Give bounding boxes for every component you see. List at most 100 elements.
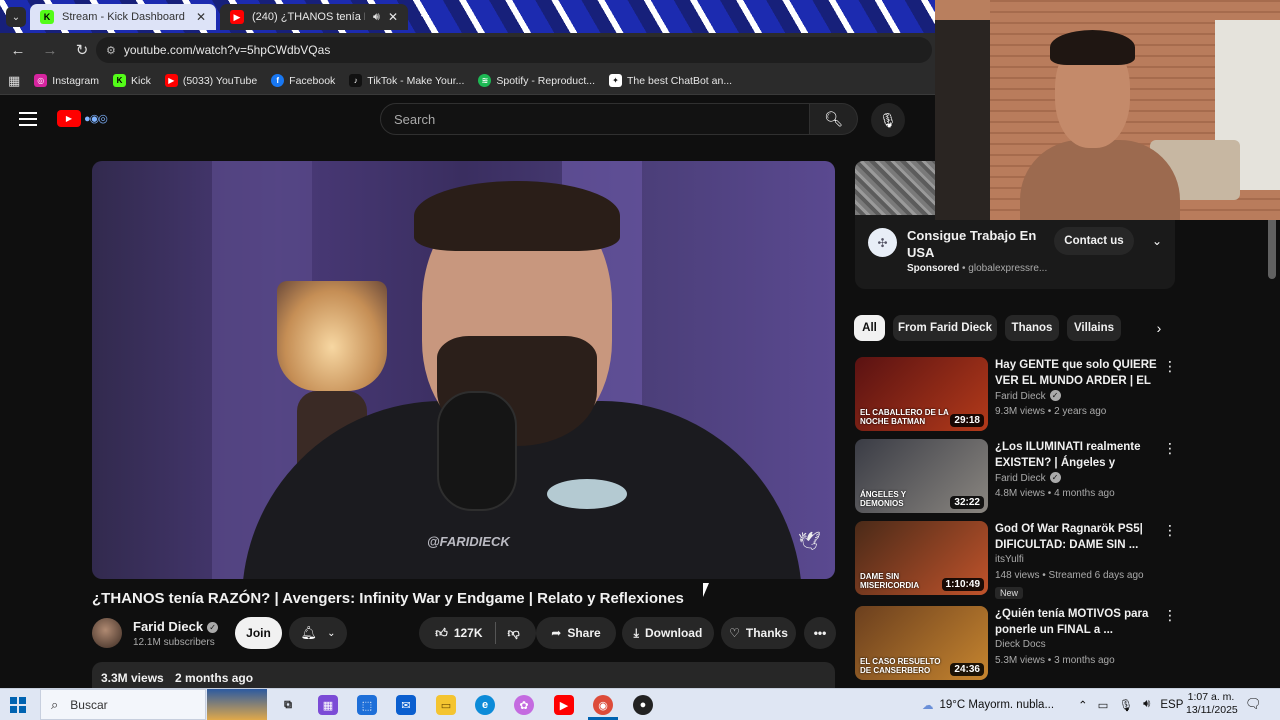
channel-avatar[interactable] [92, 618, 122, 648]
recommendation-item[interactable]: EL CASO RESUELTO DE CANSERBERO 24:36 ¿Quié… [855, 606, 1190, 681]
notifications-icon[interactable]: 🗨︎ [1245, 696, 1262, 712]
search-icon: ⌕ [51, 696, 59, 712]
video-player[interactable]: @FARIDIECK 🕊︎ [92, 161, 835, 579]
bookmark-facebook[interactable]: f Facebook [271, 74, 335, 87]
file-explorer-icon[interactable]: ▭ [436, 695, 456, 715]
bookmark-chatbot[interactable]: ✦ The best ChatBot an... [609, 74, 732, 87]
bird-watermark-icon: 🕊︎ [798, 531, 821, 551]
chip-from-farid-dieck[interactable]: From Farid Dieck [893, 315, 997, 341]
recommendation-title[interactable]: ¿Quién tenía MOTIVOS para ponerle un FIN… [995, 606, 1160, 638]
recommendation-channel-text: itsYulfi [995, 554, 1024, 565]
colosseum-widget-icon[interactable] [207, 689, 267, 720]
more-vertical-icon[interactable]: ⋮ [1163, 521, 1177, 539]
ad-thumbnail[interactable] [855, 161, 935, 215]
more-actions-button[interactable]: ••• [804, 617, 836, 649]
store-icon[interactable]: ⬚ [357, 695, 377, 715]
outlook-icon[interactable]: ✉ [396, 695, 416, 715]
page-scrollbar[interactable] [1268, 215, 1276, 279]
like-button[interactable]: 👍︎ 127K [435, 626, 482, 641]
recommendation-channel[interactable]: Dieck Docs [995, 639, 1046, 650]
recommendation-item[interactable]: EL CABALLERO DE LA NOCHE BATMAN 29:18 Hay … [855, 357, 1190, 432]
windows-start-icon[interactable] [10, 697, 26, 713]
bookmark-tiktok[interactable]: ♪ TikTok - Make Your... [349, 74, 464, 87]
thumbnail-caption: DAME SIN MISERICORDIA [860, 572, 920, 590]
task-view-icon[interactable]: ⧉ [278, 695, 298, 715]
reload-icon[interactable]: ↻ [68, 36, 96, 64]
chip-all[interactable]: All [854, 315, 885, 341]
weather-widget[interactable]: ☁ 19°C Mayorm. nubla... [922, 689, 1054, 720]
youtube-logo[interactable]: ▶ ●◉◎ [57, 110, 108, 127]
recommendation-channel[interactable]: itsYulfi [995, 554, 1024, 565]
address-bar[interactable]: ⚙ youtube.com/watch?v=5hpCWdbVQas [96, 37, 932, 63]
lamp-shade [277, 281, 387, 391]
video-thumbnail[interactable]: ÁNGELES Y DEMONIOS 32:22 [855, 439, 988, 513]
tab-kick-dashboard[interactable]: K Stream - Kick Dashboard ✕ [30, 4, 216, 30]
search-input[interactable]: Search [380, 103, 810, 135]
clock[interactable]: 1:07 a. m. 13/11/2025 [1186, 691, 1238, 717]
chevron-right-icon[interactable]: › [1146, 315, 1172, 341]
search-icon: 🔍︎ [823, 111, 844, 128]
forward-icon[interactable]: → [36, 36, 64, 64]
more-vertical-icon[interactable]: ⋮ [1163, 357, 1177, 375]
close-tab-icon[interactable]: ✕ [196, 10, 206, 24]
ad-meta: Sponsored • globalexpressre... [907, 263, 1048, 274]
chevron-up-icon[interactable]: ⌃ [1078, 698, 1088, 712]
ad-card[interactable]: ✣ Consigue Trabajo En USA Sponsored • gl… [855, 215, 1175, 289]
chevron-down-icon[interactable]: ⌄ [1145, 229, 1169, 253]
share-button[interactable]: ➦ Share [536, 617, 616, 649]
like-divider [494, 622, 496, 644]
more-vertical-icon[interactable]: ⋮ [1163, 439, 1177, 457]
voice-search-button[interactable]: 🎙︎ [871, 103, 905, 137]
microphone-icon: 🎙︎ [879, 111, 897, 128]
download-button[interactable]: ⤓ Download [622, 617, 714, 649]
recommendation-item[interactable]: ÁNGELES Y DEMONIOS 32:22 ¿Los ILUMINATI re… [855, 439, 1190, 514]
microphone-icon[interactable]: 🎙︎ [1119, 698, 1134, 712]
join-button[interactable]: Join [235, 617, 282, 649]
recommendation-item[interactable]: DAME SIN MISERICORDIA 1:10:49 God Of War R… [855, 521, 1190, 599]
menu-icon[interactable] [19, 112, 37, 126]
network-icon[interactable]: ▭ [1098, 698, 1109, 712]
tab-youtube-video[interactable]: ▶ (240) ¿THANOS tenía RAZÓ 🔊︎ ✕ [220, 4, 408, 30]
obs-icon[interactable]: ● [633, 695, 653, 715]
download-icon: ⤓ [633, 625, 639, 640]
taskbar-search[interactable]: ⌕ Buscar [40, 689, 206, 720]
recommendation-channel[interactable]: Farid Dieck ✓ [995, 390, 1061, 402]
chrome-icon[interactable]: ◉ [593, 695, 613, 715]
video-thumbnail[interactable]: EL CABALLERO DE LA NOCHE BATMAN 29:18 [855, 357, 988, 431]
new-tab-button[interactable]: + [415, 7, 435, 27]
recommendation-title[interactable]: ¿Los ILUMINATI realmente EXISTEN? | Ánge… [995, 439, 1160, 471]
recommendation-title[interactable]: Hay GENTE que solo QUIERE VER EL MUNDO A… [995, 357, 1160, 389]
recommendation-title[interactable]: God Of War Ragnarök PS5| DIFICULTAD: DAM… [995, 521, 1160, 553]
bookmark-youtube[interactable]: ▶ (5033) YouTube [164, 74, 257, 87]
language-indicator[interactable]: ESP [1160, 699, 1183, 711]
subscribed-notifications-button[interactable]: 🔔︎ ⌄ [289, 617, 347, 649]
bookmark-kick[interactable]: K Kick [112, 74, 151, 87]
more-vertical-icon[interactable]: ⋮ [1163, 606, 1177, 624]
chip-villains[interactable]: Villains [1067, 315, 1121, 341]
close-tab-icon[interactable]: ✕ [388, 10, 398, 24]
youtube-icon: ▶ [164, 74, 178, 87]
back-icon[interactable]: ← [4, 36, 32, 64]
thanks-button[interactable]: ♡ Thanks [721, 617, 796, 649]
youtube-taskbar-icon[interactable]: ▶ [554, 695, 574, 715]
copilot-icon[interactable]: ✿ [514, 695, 534, 715]
windows-taskbar: ⌕ Buscar ⧉ ▦ ⬚ ✉ ▭ e ✿ ▶ ◉ ● ☁ 19°C Mayorm… [0, 688, 1280, 720]
edge-icon[interactable]: e [475, 695, 495, 715]
tab-search-button[interactable]: ⌄ [6, 7, 26, 27]
dislike-button[interactable]: 👎︎ [508, 626, 520, 641]
site-info-icon[interactable]: ⚙ [106, 44, 116, 57]
speaker-icon[interactable]: 🔊︎ [373, 11, 380, 24]
apps-grid-icon[interactable]: ▦ [8, 73, 20, 89]
recommendation-channel[interactable]: Farid Dieck ✓ [995, 472, 1061, 484]
bookmark-spotify[interactable]: ≋ Spotify - Reproduct... [478, 74, 595, 87]
contact-us-button[interactable]: Contact us [1054, 227, 1134, 255]
video-thumbnail[interactable]: DAME SIN MISERICORDIA 1:10:49 [855, 521, 988, 595]
app-icon-grid[interactable]: ▦ [318, 695, 338, 715]
search-button[interactable]: 🔍︎ [810, 103, 858, 135]
chip-thanos[interactable]: Thanos [1005, 315, 1059, 341]
volume-icon[interactable]: 🔊︎ [1143, 698, 1150, 711]
channel-name[interactable]: Farid Dieck ✓ [133, 619, 219, 634]
system-tray: ⌃ ▭ 🎙︎ 🔊︎ ESP [1078, 689, 1183, 720]
bookmark-instagram[interactable]: ◎ Instagram [34, 74, 99, 87]
video-thumbnail[interactable]: EL CASO RESUELTO DE CANSERBERO 24:36 [855, 606, 988, 680]
